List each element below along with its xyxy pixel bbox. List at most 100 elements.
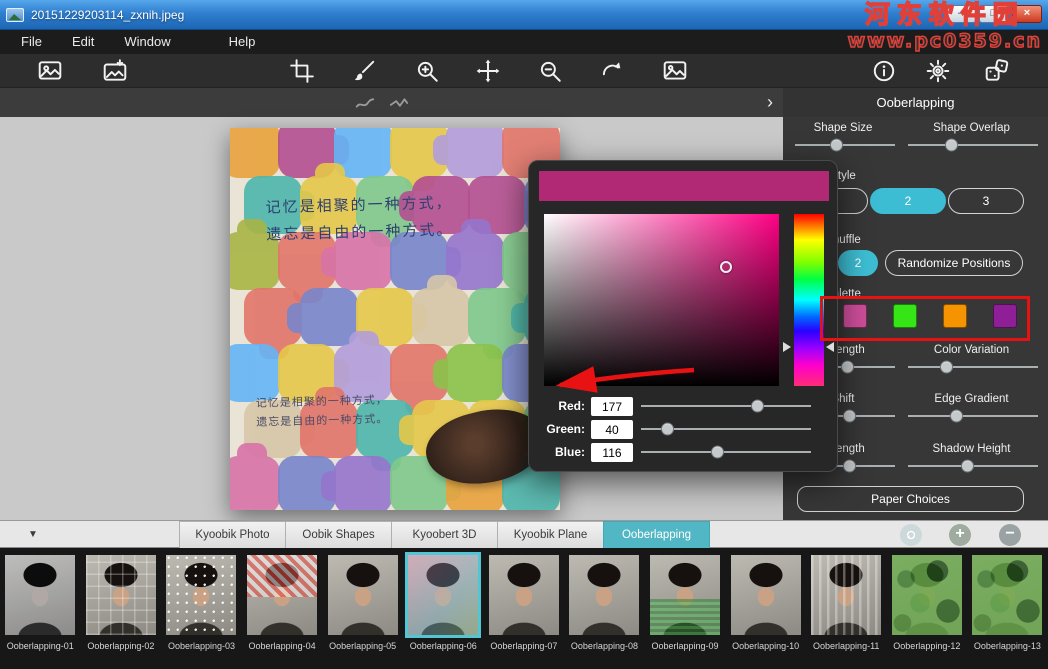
mosaic-piece xyxy=(446,344,504,402)
shape-overlap-slider[interactable] xyxy=(908,138,1038,152)
photo-import-icon[interactable] xyxy=(102,58,128,84)
collapse-chevron-icon[interactable]: ▼ xyxy=(18,521,48,549)
move-icon[interactable] xyxy=(475,58,501,84)
thumbnail-label: Ooberlapping-08 xyxy=(571,641,638,651)
hue-marker-right-icon xyxy=(826,342,834,352)
blue-value-field[interactable] xyxy=(591,443,633,462)
randomize-positions-button[interactable]: Randomize Positions xyxy=(885,250,1023,276)
menu-item-help[interactable]: Help xyxy=(214,30,271,54)
info-icon[interactable] xyxy=(871,58,897,84)
thumbnail-ooberlapping-10[interactable]: Ooberlapping-10 xyxy=(725,548,806,669)
menu-item-edit[interactable]: Edit xyxy=(57,30,109,54)
blue-slider[interactable] xyxy=(641,445,811,459)
redo-icon[interactable] xyxy=(599,58,625,84)
window-title: 20151229203114_zxnih.jpeg xyxy=(31,8,184,22)
brush-icon[interactable] xyxy=(351,58,377,84)
panel-expand-chevron-icon[interactable]: › xyxy=(767,90,773,115)
artwork-image[interactable]: 记忆是相聚的一种方式， 遗忘是自由的一种方式。 记忆是相聚的一种方式， 遗忘是自… xyxy=(230,128,560,510)
palette-swatch-1[interactable] xyxy=(843,304,867,328)
color-variation-label: Color Variation xyxy=(903,344,1040,356)
shadow-height-slider[interactable] xyxy=(908,459,1038,473)
thumbnail-label: Ooberlapping-02 xyxy=(87,641,154,651)
thumbnail-ooberlapping-06[interactable]: Ooberlapping-06 xyxy=(403,548,484,669)
artwork-text-top: 记忆是相聚的一种方式， 遗忘是自由的一种方式。 xyxy=(265,190,453,249)
maximize-button[interactable]: □ xyxy=(979,5,1009,23)
tab-kyoobik-plane[interactable]: Kyoobik Plane xyxy=(497,521,604,549)
thumbnail-label: Ooberlapping-13 xyxy=(974,641,1041,651)
toolbar xyxy=(0,54,1048,88)
thumbnail-label: Ooberlapping-12 xyxy=(893,641,960,651)
tab-kyoobik-photo[interactable]: Kyoobik Photo xyxy=(179,521,286,549)
zoom-out-icon[interactable] xyxy=(537,58,563,84)
titlebar: 20151229203114_zxnih.jpeg – □ × xyxy=(0,0,1048,30)
image-icon[interactable] xyxy=(662,58,688,84)
gear-icon[interactable] xyxy=(925,58,951,84)
thumbnail-label: Ooberlapping-07 xyxy=(490,641,557,651)
thumbnail-ooberlapping-03[interactable]: Ooberlapping-03 xyxy=(161,548,242,669)
thumbnail-ooberlapping-13[interactable]: Ooberlapping-13 xyxy=(967,548,1048,669)
red-value-field[interactable] xyxy=(591,397,633,416)
thumbnail-ooberlapping-02[interactable]: Ooberlapping-02 xyxy=(81,548,162,669)
style-3-button[interactable]: 3 xyxy=(948,188,1024,214)
zoom-in-icon[interactable] xyxy=(414,58,440,84)
red-slider[interactable] xyxy=(641,399,811,413)
thumbnail-ooberlapping-08[interactable]: Ooberlapping-08 xyxy=(564,548,645,669)
hue-strip[interactable] xyxy=(794,214,824,386)
thumbnail-label: Ooberlapping-11 xyxy=(813,641,879,651)
stroke-style-icon-2[interactable] xyxy=(388,92,410,114)
palette-swatch-4[interactable] xyxy=(993,304,1017,328)
shape-size-label: Shape Size xyxy=(793,122,893,134)
paper-choices-button[interactable]: Paper Choices xyxy=(797,486,1024,512)
thumbnail-label: Ooberlapping-09 xyxy=(652,641,719,651)
hue-marker-left-icon xyxy=(783,342,791,352)
dice-icon[interactable] xyxy=(984,58,1010,84)
color-cursor[interactable] xyxy=(720,261,732,273)
thumbnail-ooberlapping-01[interactable]: Ooberlapping-01 xyxy=(0,548,81,669)
thumbnail-ooberlapping-11[interactable]: Ooberlapping-11 xyxy=(806,548,887,669)
shadow-height-label: Shadow Height xyxy=(903,443,1040,455)
menu-item-window[interactable]: Window xyxy=(109,30,185,54)
saturation-value-gradient[interactable] xyxy=(544,214,779,386)
close-button[interactable]: × xyxy=(1012,5,1042,23)
app-window: 20151229203114_zxnih.jpeg – □ × FileEdit… xyxy=(0,0,1048,669)
subtoolbar: › xyxy=(0,88,783,117)
thumbnail-ooberlapping-05[interactable]: Ooberlapping-05 xyxy=(322,548,403,669)
crop-icon[interactable] xyxy=(289,58,315,84)
menubar: FileEditWindow Help xyxy=(0,30,1048,54)
shape-overlap-label: Shape Overlap xyxy=(903,122,1040,134)
thumbnail-ooberlapping-09[interactable]: Ooberlapping-09 xyxy=(645,548,726,669)
refresh-presets-button[interactable] xyxy=(900,524,922,546)
mosaic-piece xyxy=(230,456,280,510)
mosaic-piece xyxy=(412,288,470,346)
color-picker-dialog: Red: Green: Blue: xyxy=(528,160,838,472)
thumbnail-ooberlapping-04[interactable]: Ooberlapping-04 xyxy=(242,548,323,669)
green-label: Green: xyxy=(537,420,585,439)
mosaic-piece xyxy=(230,128,280,178)
add-preset-button[interactable]: + xyxy=(949,524,971,546)
shuffle-2-button[interactable]: 2 xyxy=(838,250,878,276)
color-variation-slider[interactable] xyxy=(908,360,1038,374)
photo-frame-icon[interactable] xyxy=(37,58,63,84)
tab-ooberlapping[interactable]: Ooberlapping xyxy=(603,521,710,549)
edge-gradient-slider[interactable] xyxy=(908,409,1038,423)
tab-kyoobert-3d[interactable]: Kyoobert 3D xyxy=(391,521,498,549)
blue-label: Blue: xyxy=(537,443,585,462)
remove-preset-button[interactable]: − xyxy=(999,524,1021,546)
green-slider[interactable] xyxy=(641,422,811,436)
thumbnail-ooberlapping-12[interactable]: Ooberlapping-12 xyxy=(887,548,968,669)
green-value-field[interactable] xyxy=(591,420,633,439)
shape-size-slider[interactable] xyxy=(795,138,895,152)
minimize-button[interactable]: – xyxy=(946,5,976,23)
tab-oobik-shapes[interactable]: Oobik Shapes xyxy=(285,521,392,549)
palette-swatch-3[interactable] xyxy=(943,304,967,328)
menu-item-file[interactable]: File xyxy=(6,30,57,54)
palette-swatch-2[interactable] xyxy=(893,304,917,328)
mosaic-piece xyxy=(446,128,504,178)
preset-tabs: Kyoobik PhotoOobik ShapesKyoobert 3DKyoo… xyxy=(180,521,710,549)
style-2-button[interactable]: 2 xyxy=(870,188,946,214)
thumbnail-ooberlapping-07[interactable]: Ooberlapping-07 xyxy=(484,548,565,669)
thumbnail-label: Ooberlapping-05 xyxy=(329,641,396,651)
app-icon xyxy=(6,8,24,22)
stroke-style-icon-1[interactable] xyxy=(354,92,376,114)
thumbnail-label: Ooberlapping-06 xyxy=(410,641,477,651)
